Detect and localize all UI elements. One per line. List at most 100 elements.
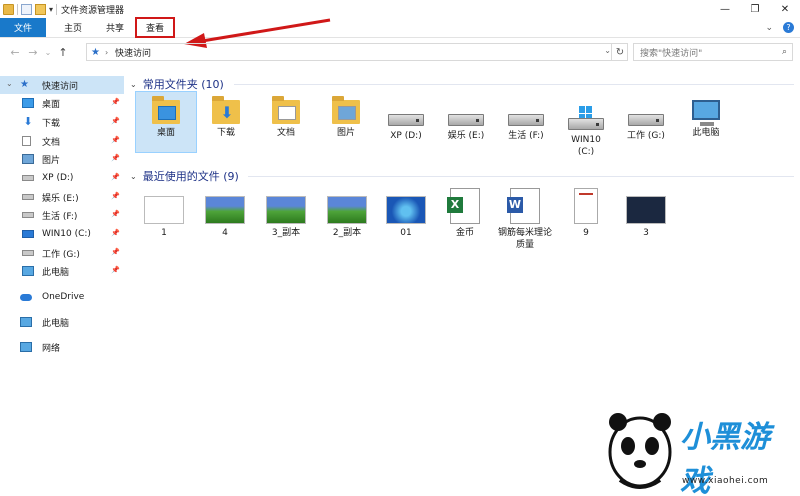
tile-label: XP (D:) xyxy=(390,131,422,141)
document-thumbnail xyxy=(144,196,184,224)
tile-recent-file[interactable]: W 钢筋每米理论质量 xyxy=(495,188,555,251)
search-icon[interactable]: ⌕ xyxy=(782,47,787,57)
image-thumbnail xyxy=(205,196,245,224)
tile-documents[interactable]: 文档 xyxy=(256,92,316,139)
drive-icon xyxy=(628,114,664,126)
documents-folder-icon xyxy=(272,96,300,124)
sidebar-item-drive-e[interactable]: 娱乐 (E:) 📌 xyxy=(0,188,124,206)
address-dropdown-chevron-icon[interactable]: ⌄ xyxy=(604,46,611,55)
toolbar-divider xyxy=(17,3,18,15)
tile-label: 娱乐 (E:) xyxy=(447,131,485,141)
drive-icon xyxy=(22,250,34,256)
sidebar-item-downloads[interactable]: ⬇ 下载 📌 xyxy=(0,113,124,131)
pin-icon: 📌 xyxy=(111,248,120,256)
tile-recent-file[interactable]: 1 xyxy=(134,188,194,239)
sidebar-item-onedrive[interactable]: OneDrive xyxy=(0,288,124,306)
group-divider xyxy=(234,84,794,85)
pin-icon: 📌 xyxy=(111,229,120,237)
new-folder-icon[interactable] xyxy=(35,3,46,15)
document-icon xyxy=(22,136,31,146)
computer-icon xyxy=(20,317,32,327)
image-thumbnail xyxy=(327,196,367,224)
sidebar-item-this-pc-pinned[interactable]: 此电脑 📌 xyxy=(0,262,124,280)
properties-icon[interactable] xyxy=(21,3,32,15)
sidebar-item-network[interactable]: 网络 xyxy=(0,338,124,356)
tile-recent-file[interactable]: 9 xyxy=(556,188,616,239)
tile-recent-file[interactable]: 3 xyxy=(616,188,676,239)
sidebar-item-label: 桌面 xyxy=(42,99,61,110)
tile-drive-c[interactable]: WIN10 (C:) xyxy=(556,92,616,158)
image-thumbnail xyxy=(386,196,426,224)
sidebar-item-documents[interactable]: 文档 📌 xyxy=(0,132,124,150)
tile-desktop[interactable]: 桌面 xyxy=(135,91,197,153)
tile-downloads[interactable]: ⬇ 下载 xyxy=(196,92,256,139)
refresh-icon[interactable]: ↻ xyxy=(611,43,628,61)
tile-recent-file[interactable]: 3_副本 xyxy=(256,188,316,239)
sidebar-item-drive-f[interactable]: 生活 (F:) 📌 xyxy=(0,206,124,224)
sidebar-item-desktop[interactable]: 桌面 📌 xyxy=(0,94,124,112)
tile-recent-file[interactable]: 01 xyxy=(376,188,436,239)
tab-share[interactable]: 共享 xyxy=(96,18,134,37)
recent-locations-chevron-icon[interactable]: ⌄ xyxy=(42,48,54,57)
help-icon[interactable]: ? xyxy=(783,22,794,33)
group-title: 常用文件夹 (10) xyxy=(142,78,224,91)
ribbon-tabs: 文件 主页 共享 查看 ⌄ ? xyxy=(0,17,800,38)
sidebar-item-pictures[interactable]: 图片 📌 xyxy=(0,150,124,168)
excel-file-icon: X xyxy=(447,188,480,224)
navigation-pane: ⌄ ★ 快速访问 桌面 📌 ⬇ 下载 📌 文档 📌 图片 📌 XP (D:) 📌… xyxy=(0,72,124,496)
tile-recent-file[interactable]: X 金币 xyxy=(435,188,495,239)
tile-this-pc[interactable]: 此电脑 xyxy=(676,92,736,139)
computer-icon xyxy=(22,266,34,276)
chevron-down-icon[interactable]: ⌄ xyxy=(130,172,137,181)
sidebar-item-drive-c[interactable]: WIN10 (C:) 📌 xyxy=(0,225,124,243)
chevron-down-icon[interactable]: ⌄ xyxy=(130,80,137,89)
pin-icon: 📌 xyxy=(111,266,120,274)
search-input[interactable]: 搜索"快速访问" ⌕ xyxy=(633,43,793,61)
sidebar-item-drive-d[interactable]: XP (D:) 📌 xyxy=(0,169,124,187)
back-arrow-icon[interactable]: ← xyxy=(6,46,24,59)
sidebar-item-quick-access[interactable]: ⌄ ★ 快速访问 xyxy=(0,76,124,94)
network-icon xyxy=(20,342,32,352)
search-placeholder: 搜索"快速访问" xyxy=(640,48,703,59)
drive-icon xyxy=(508,114,544,126)
tile-label: 9 xyxy=(583,228,589,238)
tile-label: 3 xyxy=(643,228,649,238)
group-header-recent-files[interactable]: ⌄ 最近使用的文件 (9) xyxy=(130,168,239,184)
download-icon: ⬇ xyxy=(23,115,33,128)
tile-drive-g[interactable]: 工作 (G:) xyxy=(616,92,676,142)
close-button[interactable]: ✕ xyxy=(770,0,800,18)
tile-recent-file[interactable]: 2_副本 xyxy=(317,188,377,239)
address-path[interactable]: 快速访问 xyxy=(115,46,151,59)
up-arrow-icon[interactable]: ↑ xyxy=(54,46,72,59)
tile-label: 此电脑 xyxy=(692,128,720,138)
address-bar[interactable]: ★ › 快速访问 ⌄ ↻ xyxy=(86,43,628,61)
customize-toolbar-chevron-icon[interactable]: ▾ xyxy=(49,5,53,14)
tile-label: 2_副本 xyxy=(332,228,362,238)
drive-icon xyxy=(568,118,604,130)
pin-icon: 📌 xyxy=(111,173,120,181)
ribbon-right-controls: ⌄ ? xyxy=(765,22,794,33)
sidebar-item-drive-g[interactable]: 工作 (G:) 📌 xyxy=(0,244,124,262)
desktop-folder-icon xyxy=(152,96,180,124)
tab-file[interactable]: 文件 xyxy=(0,18,46,37)
expand-ribbon-chevron-icon[interactable]: ⌄ xyxy=(765,23,773,33)
path-chevron-icon[interactable]: › xyxy=(105,48,115,57)
sidebar-item-label: 文档 xyxy=(42,137,61,148)
tile-drive-d[interactable]: XP (D:) xyxy=(376,92,436,142)
star-icon: ★ xyxy=(91,46,100,58)
tile-pictures[interactable]: 图片 xyxy=(316,92,376,139)
forward-arrow-icon[interactable]: → xyxy=(24,46,42,59)
tile-recent-file[interactable]: 4 xyxy=(195,188,255,239)
sidebar-item-this-pc[interactable]: 此电脑 xyxy=(0,313,124,331)
maximize-button[interactable]: ❐ xyxy=(740,0,770,18)
tile-drive-f[interactable]: 生活 (F:) xyxy=(496,92,556,142)
expand-chevron-icon[interactable]: ⌄ xyxy=(6,79,13,88)
minimize-button[interactable]: — xyxy=(710,0,740,18)
group-title: 最近使用的文件 (9) xyxy=(142,170,239,183)
tile-label: 4 xyxy=(222,228,228,238)
sidebar-item-label: XP (D:) xyxy=(42,173,74,183)
tab-home[interactable]: 主页 xyxy=(50,18,96,37)
tile-drive-e[interactable]: 娱乐 (E:) xyxy=(436,92,496,142)
group-header-frequent-folders[interactable]: ⌄ 常用文件夹 (10) xyxy=(130,76,224,92)
tab-view[interactable]: 查看 xyxy=(135,17,175,38)
